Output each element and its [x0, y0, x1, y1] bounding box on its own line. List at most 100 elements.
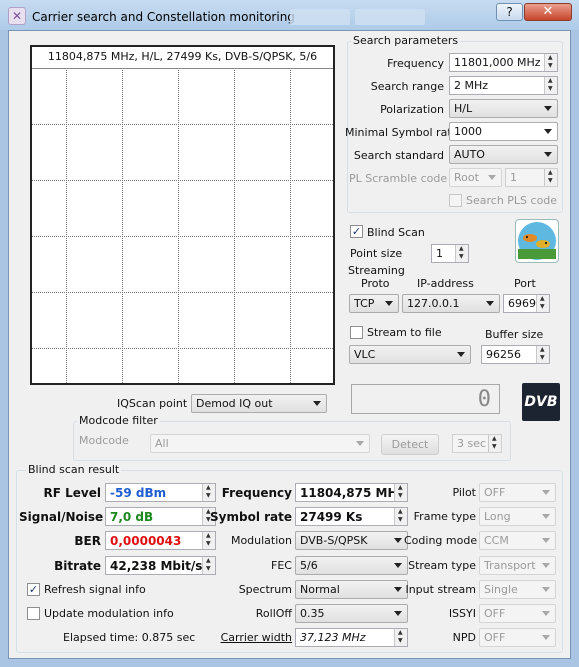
grid-line: [32, 236, 333, 237]
min-symbol-rate-select[interactable]: 1000: [449, 122, 558, 141]
frequency-spinner[interactable]: [544, 54, 557, 71]
bitrate-field: 42,238 Mbit/s: [105, 556, 216, 575]
refresh-signal-checkbox[interactable]: ✓: [27, 583, 40, 596]
signal-noise-field: 7,0 dB: [105, 507, 216, 526]
chevron-down-icon: [542, 538, 550, 543]
modulation-select[interactable]: DVB-S/QPSK: [295, 531, 408, 550]
blind-scan-checkbox[interactable]: ✓: [350, 225, 363, 238]
ip-address-select[interactable]: 127.0.0.1: [402, 294, 500, 313]
modcode-filter-title: Modcode filter: [77, 414, 160, 427]
grid-line: [178, 70, 179, 383]
pl-scramble-label: PL Scramble code: [349, 172, 448, 185]
constellation-plot: 11804,875 MHz, H/L, 27499 Ks, DVB-S/QPSK…: [30, 45, 335, 385]
modcode-select[interactable]: All: [150, 434, 370, 453]
update-modulation-label: Update modulation info: [44, 607, 174, 620]
chevron-down-icon: [385, 301, 393, 306]
frame-type-label: Frame type: [413, 510, 476, 523]
pl-scramble-spinner[interactable]: [544, 169, 557, 186]
polarization-select[interactable]: H/L: [449, 99, 558, 118]
rf-level-label: RF Level: [43, 486, 101, 500]
input-stream-label: Input stream: [405, 583, 476, 596]
pl-scramble-code-input[interactable]: 1: [505, 168, 558, 187]
dialog-client-area: 11804,875 MHz, H/L, 27499 Ks, DVB-S/QPSK…: [8, 30, 571, 659]
grid-line: [234, 70, 235, 383]
bitrate-label: Bitrate: [54, 559, 101, 573]
carrier-width-link[interactable]: Carrier width: [209, 631, 292, 644]
point-size-input[interactable]: 1: [431, 244, 469, 263]
grid-line: [32, 180, 333, 181]
chevron-down-icon: [356, 441, 364, 446]
rolloff-label: RollOff: [255, 607, 292, 620]
ber-field: 0,0000043: [105, 531, 216, 550]
result-frequency-label: Frequency: [221, 486, 292, 500]
result-symbol-rate-field: 27499 Ks: [295, 507, 408, 526]
chevron-down-icon: [542, 611, 550, 616]
update-modulation-checkbox[interactable]: [27, 607, 40, 620]
input-stream-select[interactable]: Single: [479, 580, 556, 599]
fec-select[interactable]: 5/6: [295, 556, 408, 575]
close-button[interactable]: ✕: [524, 3, 572, 21]
port-input[interactable]: 6969: [503, 294, 550, 313]
issyi-label: ISSYI: [448, 607, 476, 620]
fish-icon: [518, 222, 556, 260]
search-range-label: Search range: [370, 80, 444, 93]
ip-address-label: IP-address: [417, 277, 474, 290]
pilot-label: Pilot: [452, 486, 476, 499]
grid-line: [66, 70, 67, 383]
point-size-spinner[interactable]: [455, 245, 468, 262]
polarization-label: Polarization: [380, 103, 444, 116]
buffer-size-input[interactable]: 96256: [481, 345, 550, 364]
npd-select[interactable]: OFF: [479, 628, 556, 647]
search-range-spinner[interactable]: [544, 77, 557, 94]
frequency-input[interactable]: 11801,000 MHz: [449, 53, 558, 72]
modulation-label: Modulation: [230, 534, 292, 547]
search-pls-checkbox[interactable]: [449, 194, 462, 207]
grid-line: [122, 70, 123, 383]
rolloff-select[interactable]: 0.35: [295, 604, 408, 623]
search-standard-select[interactable]: AUTO: [449, 145, 558, 164]
chevron-down-icon: [544, 106, 552, 111]
modcode-label: Modcode: [79, 434, 129, 447]
help-button[interactable]: ?: [496, 3, 523, 21]
stream-to-file-checkbox[interactable]: [350, 326, 363, 339]
pl-scramble-select[interactable]: Root: [449, 168, 502, 187]
detect-button[interactable]: Detect: [381, 434, 439, 455]
issyi-select[interactable]: OFF: [479, 604, 556, 623]
chevron-down-icon: [544, 152, 552, 157]
player-select[interactable]: VLC: [349, 345, 471, 364]
aquarium-image-button[interactable]: [515, 219, 559, 263]
chevron-down-icon: [394, 611, 402, 616]
app-icon: ✕: [8, 7, 26, 25]
proto-select[interactable]: TCP: [349, 294, 399, 313]
search-range-input[interactable]: 2 MHz: [449, 76, 558, 95]
stream-type-label: Stream type: [408, 559, 476, 572]
buffer-size-spinner[interactable]: [536, 346, 549, 363]
spectrum-select[interactable]: Normal: [295, 580, 408, 599]
constellation-header: 11804,875 MHz, H/L, 27499 Ks, DVB-S/QPSK…: [32, 47, 333, 69]
frame-type-select[interactable]: Long: [479, 507, 556, 526]
chevron-down-icon: [486, 301, 494, 306]
rf-level-field: -59 dBm: [105, 483, 216, 502]
iqscan-point-label: IQScan point: [117, 397, 188, 410]
chevron-down-icon: [394, 587, 402, 592]
detect-interval-spinner[interactable]: [488, 435, 501, 452]
streaming-label: Streaming: [348, 264, 405, 277]
search-parameters-title: Search parameters: [351, 34, 461, 47]
pilot-select[interactable]: OFF: [479, 483, 556, 502]
stream-type-select[interactable]: Transport: [479, 556, 556, 575]
background-tab-ghost: [355, 9, 425, 25]
iqscan-point-select[interactable]: Demod IQ out: [191, 394, 327, 413]
coding-mode-select[interactable]: CCM: [479, 531, 556, 550]
port-spinner[interactable]: [536, 295, 549, 312]
proto-label: Proto: [361, 277, 390, 290]
chevron-down-icon: [542, 587, 550, 592]
search-standard-label: Search standard: [353, 149, 444, 162]
detect-interval-input[interactable]: 3 sec: [452, 434, 502, 453]
chevron-down-icon: [542, 514, 550, 519]
carrier-width-field: 37,123 MHz: [295, 628, 408, 647]
result-frequency-field: 11804,875 MHz: [295, 483, 408, 502]
ber-label: BER: [74, 534, 101, 548]
counter-value: 0: [477, 387, 491, 412]
chevron-down-icon: [313, 401, 321, 406]
signal-noise-label: Signal/Noise: [19, 510, 104, 524]
